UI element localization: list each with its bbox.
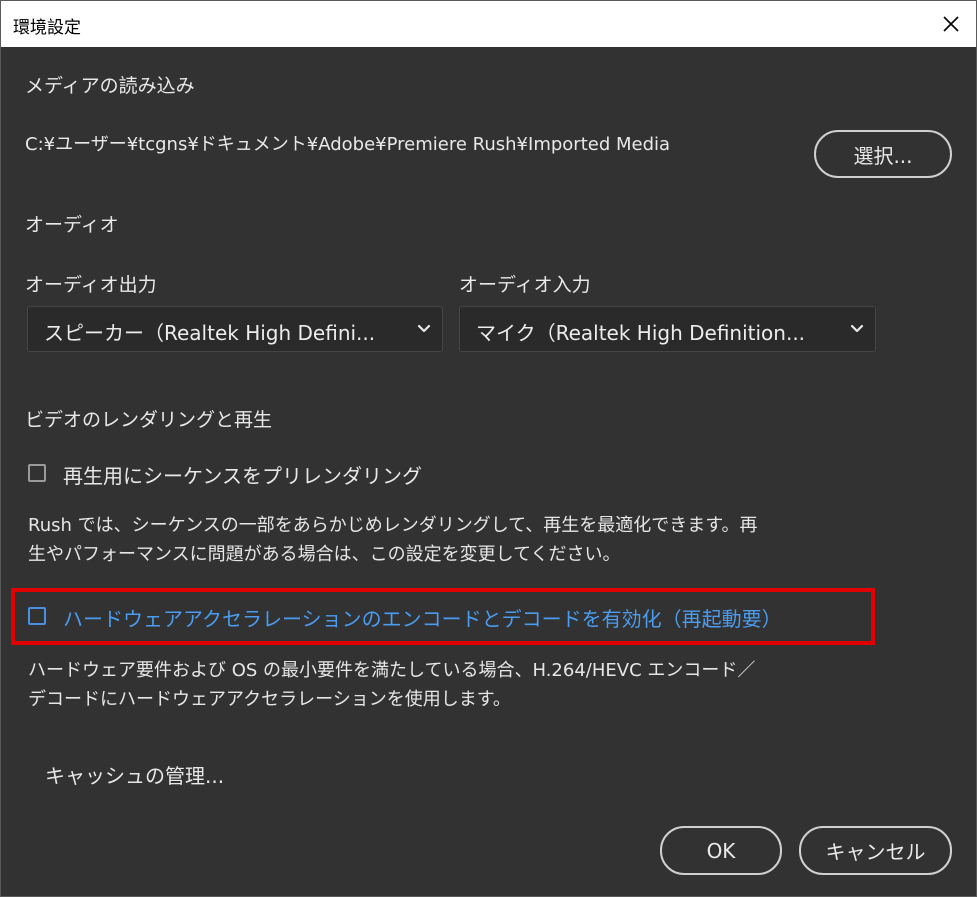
prerender-label[interactable]: 再生用にシーケンスをプリレンダリング	[63, 460, 422, 489]
chevron-down-icon	[850, 324, 864, 333]
hw-accel-description: ハードウェア要件および OS の最小要件を満たしている場合、H.264/HEVC…	[28, 656, 755, 714]
audio-output-value: スピーカー（Realtek High Defini...	[44, 321, 376, 345]
audio-input-label: オーディオ入力	[459, 274, 591, 296]
close-button[interactable]	[932, 5, 970, 43]
hw-accel-checkbox[interactable]	[28, 607, 46, 625]
hw-desc-line2: デコードにハードウェアアクセラレーションを使用します。	[28, 689, 511, 710]
audio-output-label: オーディオ出力	[25, 274, 157, 296]
prerender-desc-line2: 生やパフォーマンスに問題がある場合は、この設定を変更してください。	[28, 544, 621, 565]
audio-input-dropdown[interactable]: マイク（Realtek High Definition...	[459, 306, 876, 352]
audio-section-label: オーディオ	[25, 214, 119, 236]
chevron-down-icon	[417, 324, 431, 333]
prerender-desc-line1: Rush では、シーケンスの一部をあらかじめレンダリングして、再生を最適化できま…	[28, 515, 758, 536]
dialog-content: メディアの読み込み C:¥ユーザー¥tcgns¥ドキュメント¥Adobe¥Pre…	[1, 47, 976, 896]
hw-desc-line1: ハードウェア要件および OS の最小要件を満たしている場合、H.264/HEVC…	[28, 660, 756, 681]
close-icon	[943, 16, 959, 32]
ok-button[interactable]: OK	[660, 826, 782, 875]
title-bar: 環境設定	[1, 1, 976, 47]
prerender-description: Rush では、シーケンスの一部をあらかじめレンダリングして、再生を最適化できま…	[28, 511, 757, 569]
media-path: C:¥ユーザー¥tcgns¥ドキュメント¥Adobe¥Premiere Rush…	[25, 134, 671, 155]
hw-accel-label[interactable]: ハードウェアアクセラレーションのエンコードとデコードを有効化（再起動要）	[63, 603, 782, 632]
window-title: 環境設定	[13, 18, 81, 38]
manage-cache-link[interactable]: キャッシュの管理...	[45, 760, 224, 789]
preferences-dialog: 環境設定 メディアの読み込み C:¥ユーザー¥tcgns¥ドキュメント¥Adob…	[0, 0, 977, 897]
prerender-checkbox[interactable]	[28, 464, 46, 482]
audio-output-dropdown[interactable]: スピーカー（Realtek High Defini...	[27, 306, 443, 352]
cancel-button[interactable]: キャンセル	[799, 826, 952, 875]
audio-input-value: マイク（Realtek High Definition...	[476, 321, 806, 345]
media-section-label: メディアの読み込み	[25, 75, 195, 97]
video-section-label: ビデオのレンダリングと再生	[25, 409, 273, 431]
select-folder-button[interactable]: 選択...	[814, 130, 952, 178]
